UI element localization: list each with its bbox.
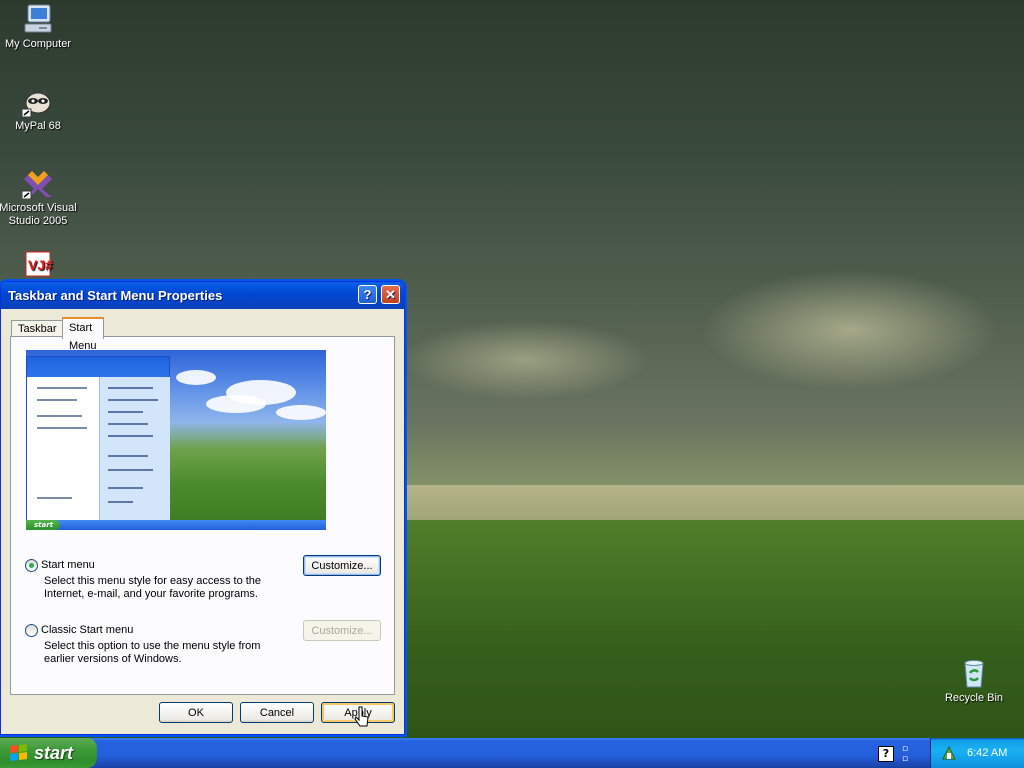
vjsharp-icon: VJ#: [22, 250, 54, 282]
mouse-cursor-icon: [354, 706, 370, 733]
tab-start-menu[interactable]: Start Menu: [62, 317, 104, 352]
svg-text:VJ#: VJ#: [28, 257, 53, 273]
network-tray-icon[interactable]: ▫ ▫: [902, 744, 914, 764]
my-computer-icon: [22, 3, 54, 35]
radio-start-menu[interactable]: [25, 559, 38, 572]
option-label-classic-start-menu: Classic Start menu: [41, 624, 134, 636]
help-button[interactable]: ?: [358, 285, 377, 304]
customize-classic-menu-button[interactable]: Customize...: [303, 620, 381, 641]
desktop-icon-label: My Computer: [4, 38, 72, 50]
option-description-start-menu: Select this menu style for easy access t…: [44, 575, 262, 600]
start-button[interactable]: start: [0, 738, 97, 768]
clock[interactable]: 6:42 AM: [967, 747, 1007, 759]
visual-studio-icon: [21, 167, 54, 200]
option-description-classic-start-menu: Select this option to use the menu style…: [44, 640, 261, 665]
customize-start-menu-button[interactable]: Customize...: [303, 555, 381, 576]
start-label: start: [34, 742, 74, 763]
start-menu-preview-image: start: [26, 350, 326, 530]
desktop-icon-vjsharp[interactable]: VJ#: [0, 250, 78, 285]
tab-panel-start-menu: start Start menu Select this menu style …: [10, 336, 395, 695]
sky-light: [700, 270, 1000, 390]
taskbar: start ? ▫ ▫ 6:42 AM: [0, 738, 1024, 768]
preview-start-menu: [26, 356, 170, 522]
dialog-titlebar[interactable]: Taskbar and Start Menu Properties ? ✕: [1, 282, 404, 309]
option-label-start-menu: Start menu: [41, 559, 95, 571]
desktop-icon-label: Recycle Bin: [944, 692, 1004, 704]
windows-logo-icon: [10, 744, 28, 762]
tray-app-icon[interactable]: [941, 745, 957, 761]
desktop-icon-my-computer[interactable]: My Computer: [0, 3, 78, 50]
desktop-icon-mypal[interactable]: MyPal 68: [0, 85, 78, 132]
ok-button[interactable]: OK: [159, 702, 233, 723]
cancel-button[interactable]: Cancel: [240, 702, 314, 723]
recycle-bin-icon: [958, 657, 990, 689]
desktop-icon-label: MyPal 68: [15, 120, 61, 132]
desktop-icon-label: Microsoft Visual Studio 2005: [0, 202, 77, 227]
help-tray-icon[interactable]: ?: [878, 746, 894, 762]
close-button[interactable]: ✕: [381, 285, 400, 304]
sky-light: [400, 320, 650, 400]
radio-classic-start-menu[interactable]: [25, 624, 38, 637]
dialog-title: Taskbar and Start Menu Properties: [8, 288, 223, 303]
desktop-icon-visual-studio[interactable]: Microsoft Visual Studio 2005: [0, 167, 78, 228]
system-tray: 6:42 AM: [930, 738, 1024, 768]
taskbar-start-menu-properties-dialog[interactable]: Taskbar and Start Menu Properties ? ✕ Ta…: [0, 281, 405, 735]
desktop-icon-recycle-bin[interactable]: Recycle Bin: [934, 657, 1014, 704]
mypal-icon: [21, 85, 54, 118]
